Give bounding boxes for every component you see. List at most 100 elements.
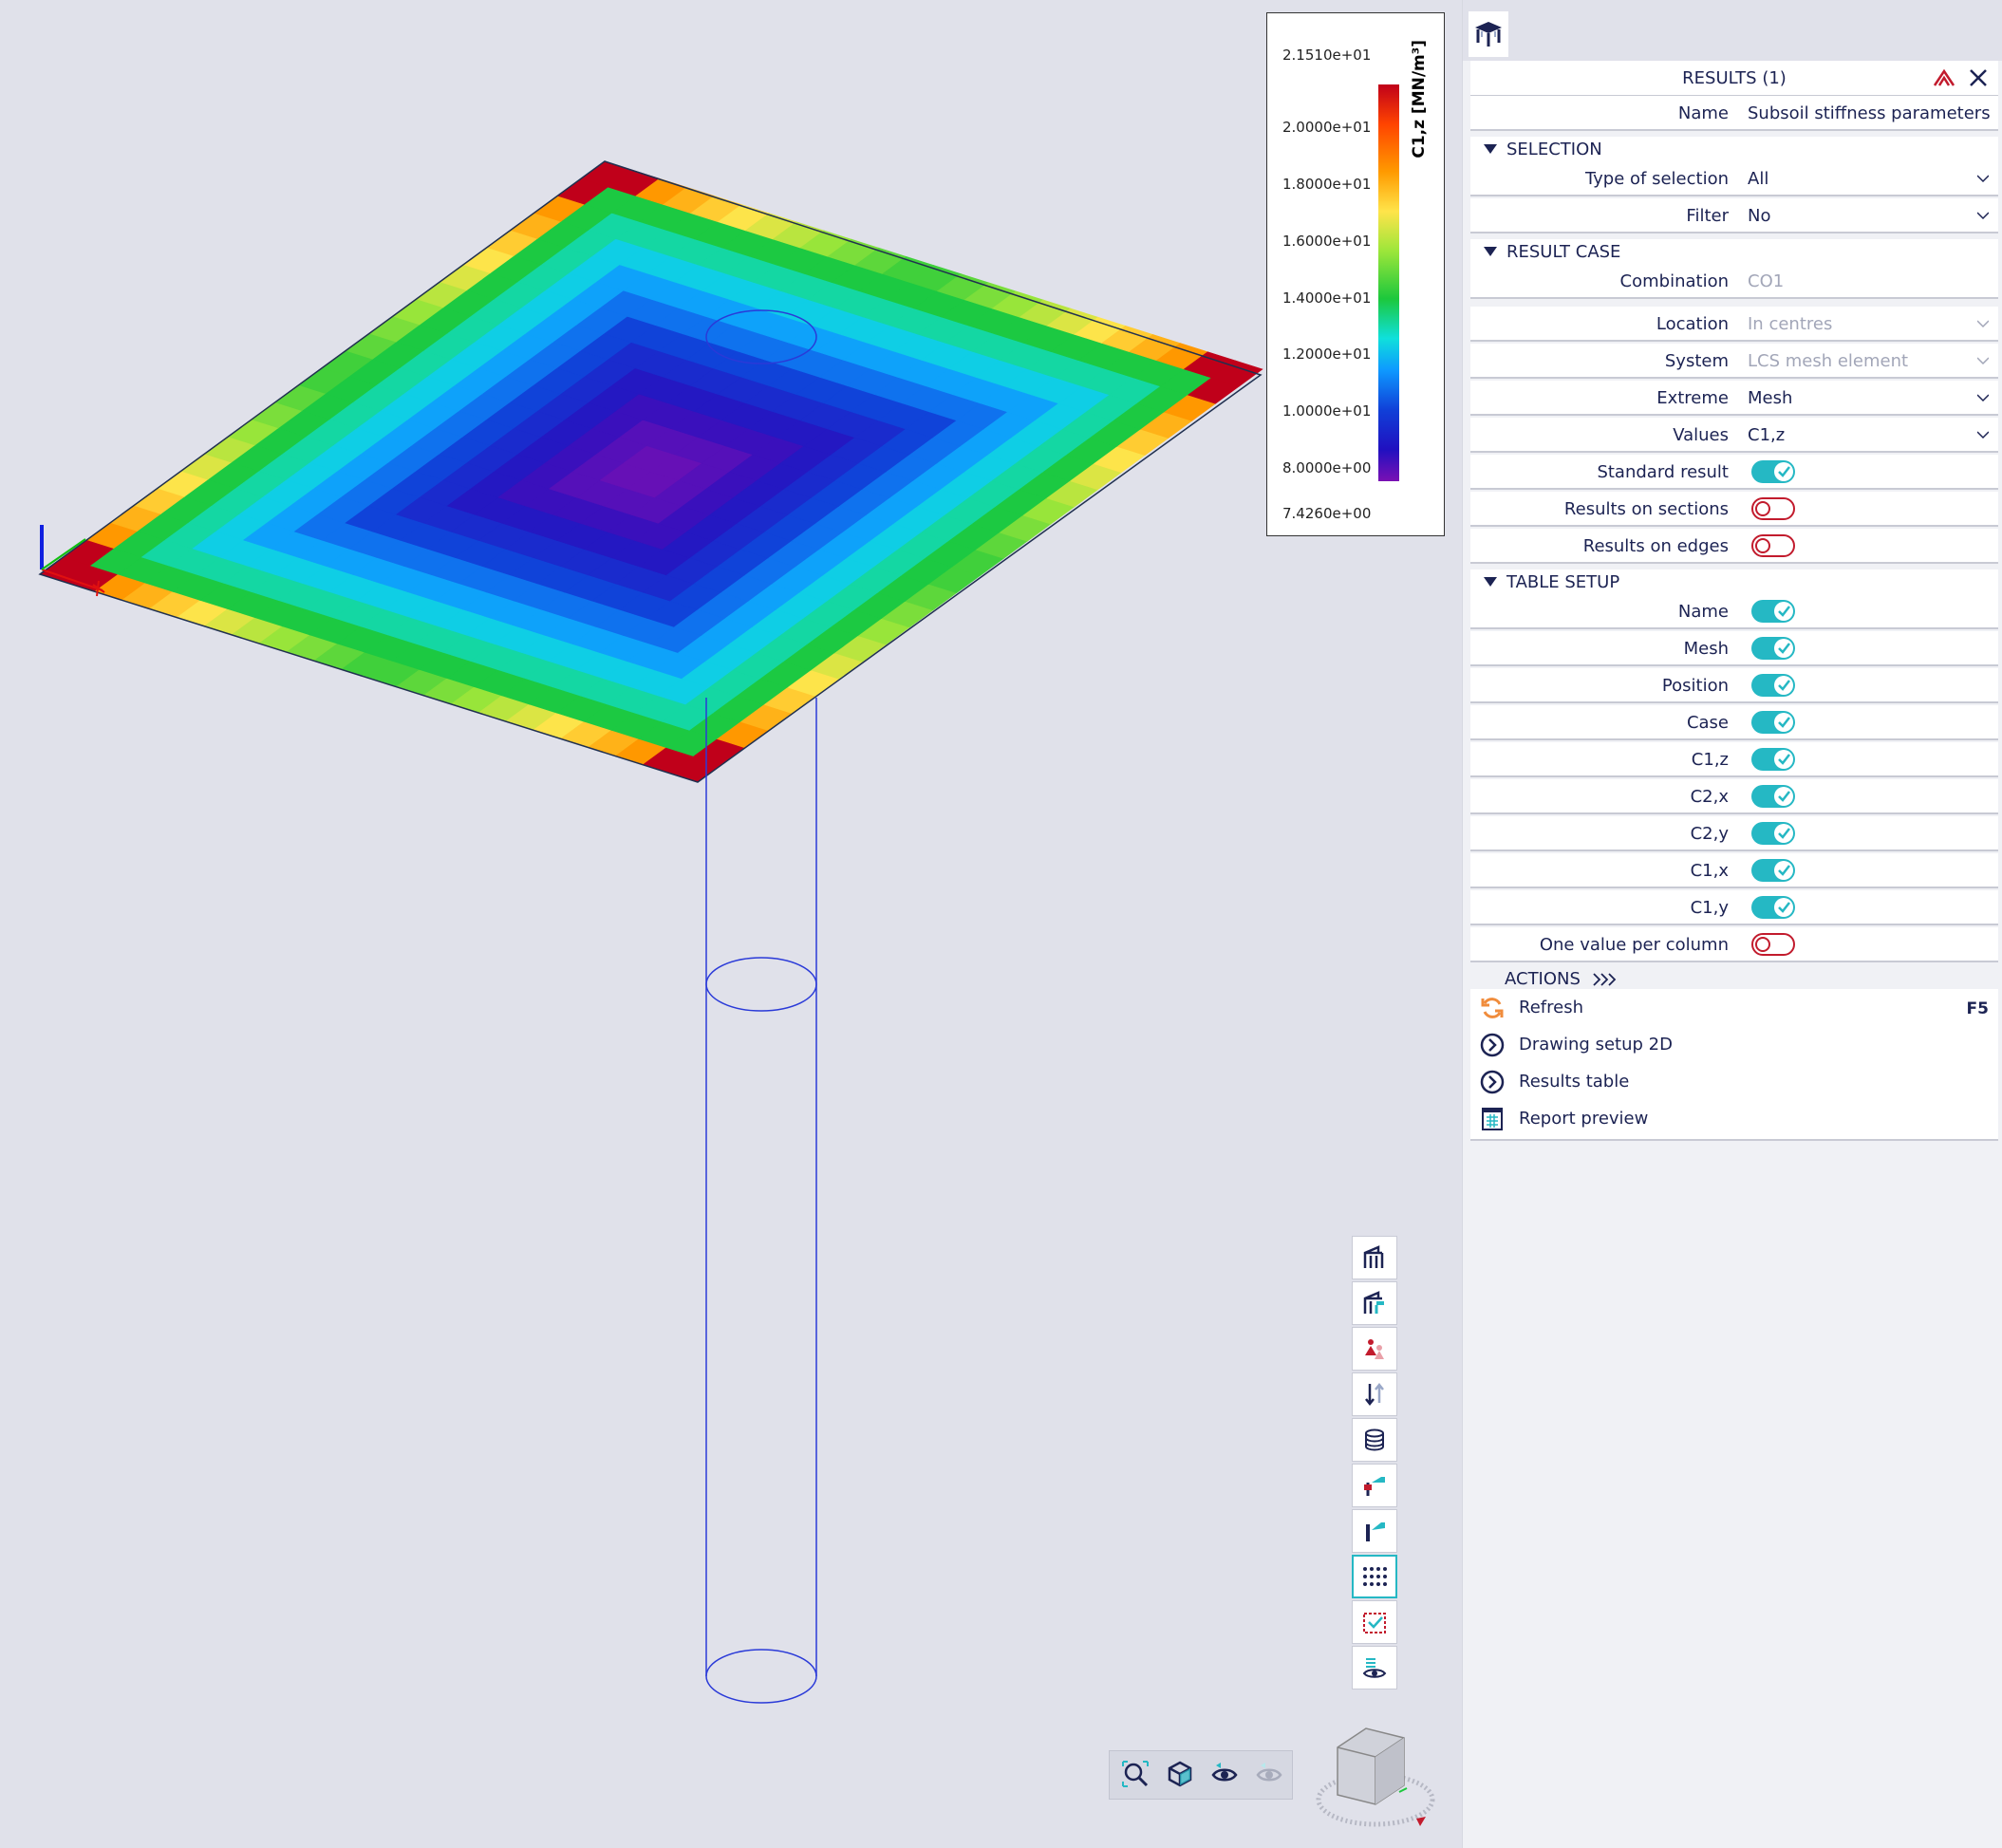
section-actions[interactable]: ACTIONS xyxy=(1470,966,1998,991)
table-setup-toggle[interactable] xyxy=(1751,859,1795,882)
table-setup-toggle[interactable] xyxy=(1751,785,1795,808)
database-icon[interactable] xyxy=(1352,1418,1397,1462)
location-row: Location In centres xyxy=(1470,307,1998,342)
structure-icon[interactable] xyxy=(1352,1236,1397,1279)
type-of-selection-label: Type of selection xyxy=(1584,169,1729,189)
view-eye-icon[interactable] xyxy=(1352,1646,1397,1689)
section-table-setup-label: TABLE SETUP xyxy=(1506,572,1620,592)
section-result-case[interactable]: RESULT CASE xyxy=(1470,239,1998,264)
report-preview-action[interactable]: Report preview xyxy=(1470,1100,1998,1141)
expand-icon[interactable] xyxy=(1592,972,1620,987)
standard-result-toggle[interactable] xyxy=(1751,460,1795,483)
location-value: In centres xyxy=(1748,314,1833,334)
refresh-shortcut: F5 xyxy=(1966,999,1989,1018)
collapse-icon xyxy=(1484,144,1497,154)
check-icon xyxy=(1774,713,1793,732)
type-of-selection-value[interactable]: All xyxy=(1748,169,1768,189)
table-setup-row: C1,x xyxy=(1470,853,1998,888)
extreme-label: Extreme xyxy=(1656,388,1729,408)
column-ellipse xyxy=(705,1649,817,1704)
support-icon[interactable] xyxy=(1352,1372,1397,1416)
select-icon[interactable] xyxy=(1352,1600,1397,1644)
chevron-circle-icon xyxy=(1480,1033,1505,1057)
table-setup-toggle[interactable] xyxy=(1751,748,1795,771)
filter-value[interactable]: No xyxy=(1748,206,1770,226)
name-row: Name Subsoil stiffness parameters xyxy=(1470,96,1998,131)
extreme-value[interactable]: Mesh xyxy=(1748,388,1792,408)
chevron-down-icon[interactable] xyxy=(1977,210,1989,221)
table-setup-toggle[interactable] xyxy=(1751,674,1795,697)
legend-tick: 8.0000e+00 xyxy=(1282,459,1372,476)
table-setup-label: Position xyxy=(1661,676,1729,696)
location-label: Location xyxy=(1656,314,1729,334)
table-setup-toggle[interactable] xyxy=(1751,711,1795,734)
system-label: System xyxy=(1664,351,1729,371)
chevron-down-icon[interactable] xyxy=(1977,173,1989,184)
visibility-icon[interactable] xyxy=(1203,1752,1246,1796)
load-icon[interactable] xyxy=(1352,1327,1397,1371)
navigation-cube[interactable] xyxy=(1304,1714,1447,1838)
system-value: LCS mesh element xyxy=(1748,351,1909,371)
filter-label: Filter xyxy=(1686,206,1729,226)
3d-viewport[interactable]: C1,z [MN/m³] 2.1510e+01 2.0000e+01 1.800… xyxy=(0,0,1462,1848)
values-value[interactable]: C1,z xyxy=(1748,425,1785,445)
table-setup-toggle[interactable] xyxy=(1751,600,1795,623)
table-setup-row: C2,x xyxy=(1470,779,1998,814)
table-setup-toggle[interactable] xyxy=(1751,822,1795,845)
drawing-setup-label: Drawing setup 2D xyxy=(1519,1035,1673,1055)
check-icon xyxy=(1774,861,1793,880)
legend-tick: 1.2000e+01 xyxy=(1282,345,1372,363)
mesh-dots-icon[interactable] xyxy=(1352,1555,1397,1598)
standard-result-row: Standard result xyxy=(1470,455,1998,490)
structure-color-icon[interactable] xyxy=(1352,1281,1397,1325)
table-setup-row: Name xyxy=(1470,594,1998,629)
pin-icon[interactable] xyxy=(1932,66,1956,95)
combination-row: Combination CO1 xyxy=(1470,264,1998,299)
table-setup-label: One value per column xyxy=(1539,935,1729,955)
chevron-down-icon[interactable] xyxy=(1977,429,1989,440)
member-icon[interactable] xyxy=(1352,1464,1397,1507)
section-result-case-label: RESULT CASE xyxy=(1506,242,1621,262)
table-setup-row: C2,y xyxy=(1470,816,1998,851)
visibility-off-icon[interactable] xyxy=(1247,1752,1291,1796)
table-setup-row: C1,z xyxy=(1470,742,1998,777)
refresh-action[interactable]: Refresh F5 xyxy=(1470,989,1998,1026)
section-selection[interactable]: SELECTION xyxy=(1470,137,1998,161)
combination-value: CO1 xyxy=(1748,271,1785,291)
table-setup-toggle[interactable] xyxy=(1751,933,1795,956)
legend-tick: 1.0000e+01 xyxy=(1282,402,1372,420)
legend-tick: 2.1510e+01 xyxy=(1282,47,1372,64)
results-on-sections-row: Results on sections xyxy=(1470,492,1998,527)
name-label: Name xyxy=(1677,103,1729,123)
member-2d-icon[interactable] xyxy=(1352,1509,1397,1553)
type-of-selection-row[interactable]: Type of selection All xyxy=(1470,161,1998,196)
plate-contour xyxy=(39,160,1263,783)
results-table-label: Results table xyxy=(1519,1072,1630,1092)
table-setup-row: C1,y xyxy=(1470,890,1998,925)
refresh-icon xyxy=(1481,998,1504,1018)
panel-header: RESULTS (1) xyxy=(1470,61,1998,97)
results-on-edges-toggle[interactable] xyxy=(1751,534,1795,557)
zoom-all-icon[interactable] xyxy=(1113,1752,1157,1796)
check-icon xyxy=(1774,824,1793,843)
table-setup-toggle[interactable] xyxy=(1751,896,1795,919)
collapse-icon xyxy=(1484,247,1497,256)
results-table-action[interactable]: Results table xyxy=(1470,1063,1998,1100)
table-setup-row: One value per column xyxy=(1470,927,1998,962)
drawing-setup-action[interactable]: Drawing setup 2D xyxy=(1470,1026,1998,1063)
close-icon[interactable] xyxy=(1966,65,1991,94)
panel-top-bar xyxy=(1463,0,2002,61)
chevron-down-icon[interactable] xyxy=(1977,392,1989,403)
filter-row[interactable]: Filter No xyxy=(1470,198,1998,233)
table-setup-toggle[interactable] xyxy=(1751,637,1795,660)
values-row[interactable]: Values C1,z xyxy=(1470,418,1998,453)
section-table-setup[interactable]: TABLE SETUP xyxy=(1470,569,1998,594)
name-value[interactable]: Subsoil stiffness parameters xyxy=(1748,103,1991,123)
combination-label: Combination xyxy=(1619,271,1729,291)
results-on-sections-toggle[interactable] xyxy=(1751,497,1795,520)
legend-tick: 7.4260e+00 xyxy=(1282,505,1372,522)
extreme-row[interactable]: Extreme Mesh xyxy=(1470,381,1998,416)
view-3d-icon[interactable] xyxy=(1158,1752,1202,1796)
results-tab-icon[interactable] xyxy=(1469,11,1508,57)
table-setup-label: C1,x xyxy=(1690,861,1729,881)
